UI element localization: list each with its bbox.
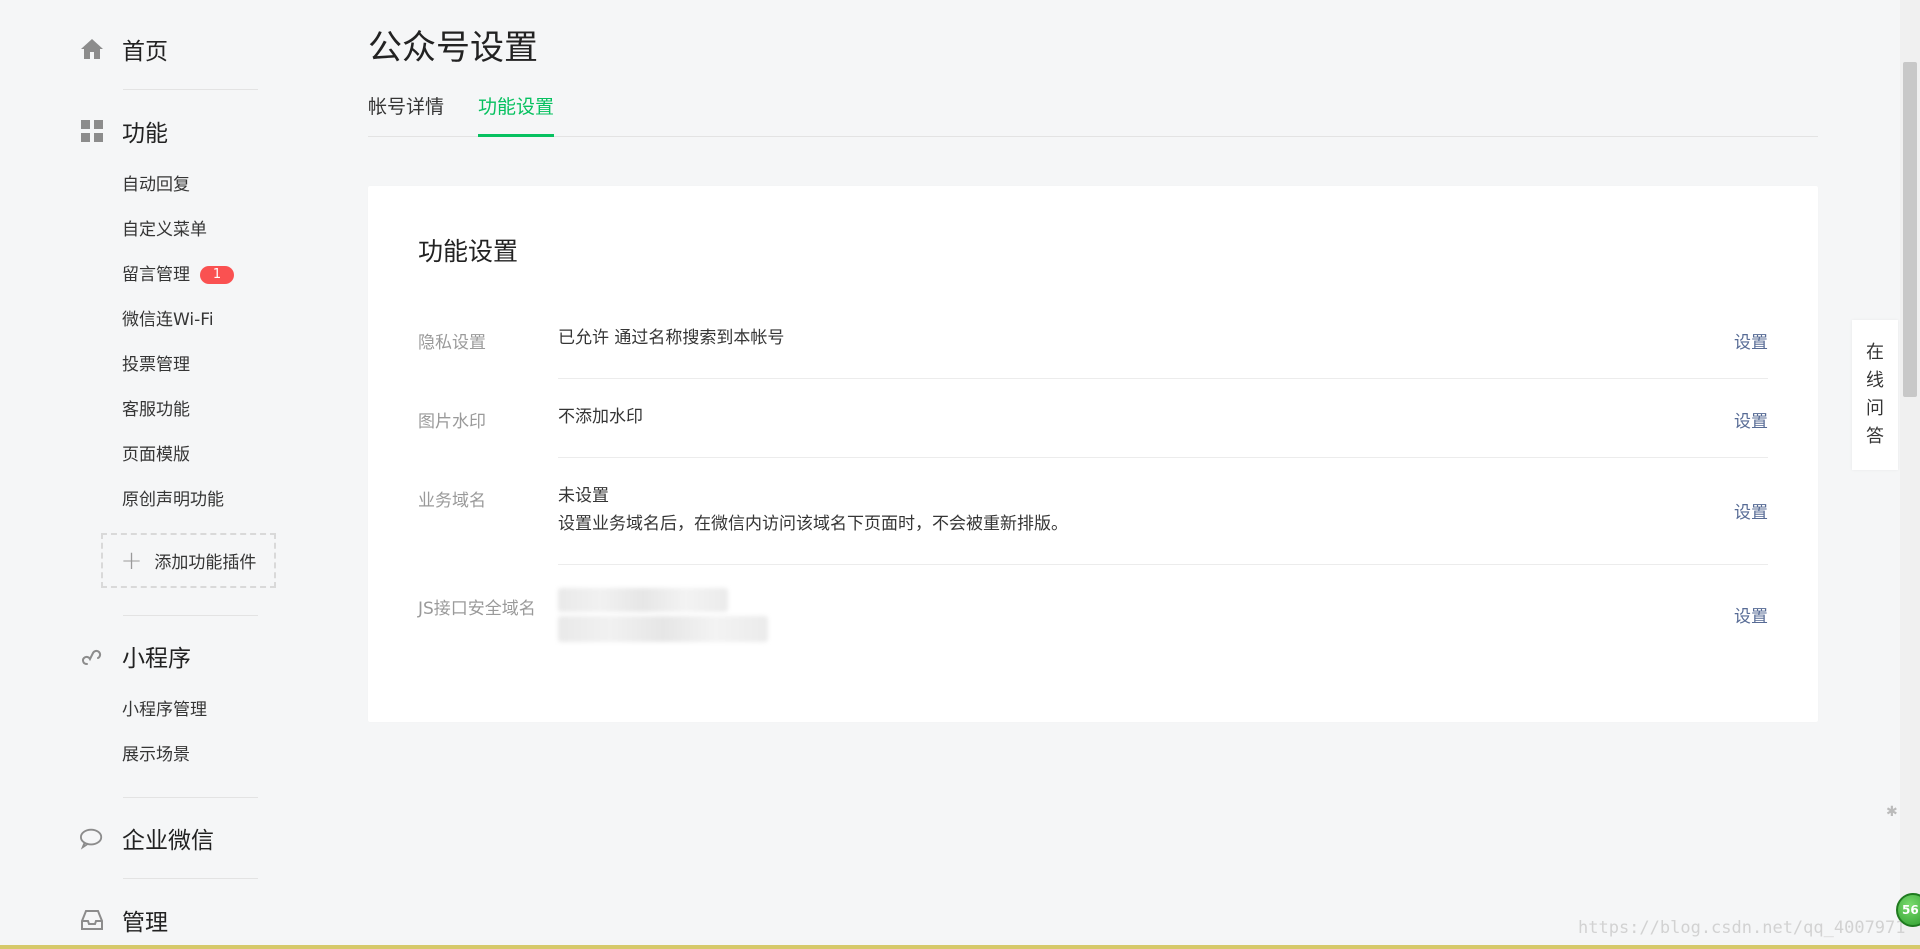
row-divider: [558, 564, 1768, 565]
sidebar-item-label: 原创声明功能: [122, 490, 224, 510]
js-domain-set-link[interactable]: 设置: [1734, 602, 1768, 627]
setting-value: 未设置: [558, 486, 609, 506]
sidebar-home-label: 首页: [122, 39, 168, 65]
divider: [123, 89, 258, 90]
sidebar-enterprise[interactable]: 企业微信: [80, 820, 214, 856]
sidebar-item-label: 自定义菜单: [122, 220, 207, 240]
setting-label: JS接口安全域名: [418, 599, 536, 619]
sidebar: 首页 功能 自动回复 自定义菜单 留言管理 1 微信连Wi-Fi 投票管理 客服功…: [0, 0, 300, 949]
sidebar-item-label: 展示场景: [122, 745, 190, 765]
sidebar-enterprise-label: 企业微信: [122, 828, 214, 854]
miniprogram-icon: [80, 644, 104, 668]
qa-char: 问: [1866, 398, 1884, 419]
sidebar-item-label: 小程序管理: [122, 700, 207, 720]
card-title: 功能设置: [418, 237, 519, 266]
blurred-domain: [558, 588, 728, 612]
sidebar-item-custom-menu[interactable]: 自定义菜单: [122, 217, 207, 243]
sidebar-item-label: 微信连Wi-Fi: [122, 310, 214, 330]
setting-value: 已允许 通过名称搜索到本帐号: [558, 328, 785, 348]
online-qa-button[interactable]: 在 线 问 答: [1852, 320, 1898, 470]
sidebar-item-label: 投票管理: [122, 355, 190, 375]
row-divider: [558, 378, 1768, 379]
watermark: https://blog.csdn.net/qq_4007971: [1578, 918, 1906, 938]
add-plugin-label: 添加功能插件: [154, 553, 257, 573]
setting-label: 图片水印: [418, 412, 486, 432]
sidebar-item-comments[interactable]: 留言管理 1: [122, 262, 234, 288]
plus-icon: +: [120, 545, 143, 576]
sidebar-home[interactable]: 首页: [80, 31, 168, 67]
grid-icon: [80, 119, 104, 143]
setting-label: 隐私设置: [418, 333, 486, 353]
sidebar-features-label: 功能: [122, 121, 168, 147]
row-divider: [558, 457, 1768, 458]
sidebar-item-vote[interactable]: 投票管理: [122, 352, 190, 378]
setting-value: 不添加水印: [558, 407, 643, 427]
qa-char: 在: [1866, 342, 1884, 363]
bottom-bar: [0, 945, 1920, 949]
business-domain-set-link[interactable]: 设置: [1734, 498, 1768, 523]
sidebar-item-label: 留言管理: [122, 265, 190, 285]
privacy-set-link[interactable]: 设置: [1734, 328, 1768, 353]
notification-badge: 1: [200, 266, 234, 284]
qa-char: 线: [1866, 370, 1884, 391]
home-icon: [80, 37, 104, 61]
setting-label: 业务域名: [418, 491, 486, 511]
sidebar-item-label: 自动回复: [122, 175, 190, 195]
add-plugin-button[interactable]: + 添加功能插件: [101, 533, 276, 588]
inbox-icon: [80, 908, 104, 932]
blurred-domain: [558, 616, 768, 642]
tab-feature-settings[interactable]: 功能设置: [478, 92, 555, 137]
sidebar-item-customer-service[interactable]: 客服功能: [122, 397, 190, 423]
page-title: 公众号设置: [368, 28, 538, 68]
sidebar-item-original-declaration[interactable]: 原创声明功能: [122, 487, 224, 513]
watermark-set-link[interactable]: 设置: [1734, 407, 1768, 432]
scrollbar[interactable]: [1900, 0, 1920, 949]
sidebar-manage-label: 管理: [122, 910, 168, 936]
sidebar-item-miniprogram-manage[interactable]: 小程序管理: [122, 697, 207, 723]
sidebar-item-auto-reply[interactable]: 自动回复: [122, 172, 190, 198]
setting-note: 设置业务域名后，在微信内访问该域名下页面时，不会被重新排版。: [558, 514, 1068, 534]
qa-char: 答: [1866, 426, 1884, 447]
tab-bar: 帐号详情 功能设置: [368, 92, 1818, 137]
sidebar-item-display-scene[interactable]: 展示场景: [122, 742, 190, 768]
chat-bubble-icon: [80, 826, 104, 850]
sidebar-item-wifi[interactable]: 微信连Wi-Fi: [122, 307, 214, 333]
sidebar-item-label: 页面模版: [122, 445, 190, 465]
divider: [123, 878, 258, 879]
sidebar-features[interactable]: 功能: [80, 113, 168, 149]
tab-account-details[interactable]: 帐号详情: [368, 92, 444, 134]
sidebar-item-page-template[interactable]: 页面模版: [122, 442, 190, 468]
settings-card: 功能设置 隐私设置 已允许 通过名称搜索到本帐号 设置 图片水印 不添加水印 设…: [368, 186, 1818, 722]
sidebar-item-label: 客服功能: [122, 400, 190, 420]
scrollbar-thumb[interactable]: [1903, 62, 1917, 397]
divider: [123, 797, 258, 798]
divider: [123, 615, 258, 616]
pin-icon: ✱: [1886, 804, 1898, 820]
sidebar-manage[interactable]: 管理: [80, 902, 168, 938]
sidebar-miniprogram-label: 小程序: [122, 646, 191, 672]
sidebar-miniprogram[interactable]: 小程序: [80, 638, 191, 674]
